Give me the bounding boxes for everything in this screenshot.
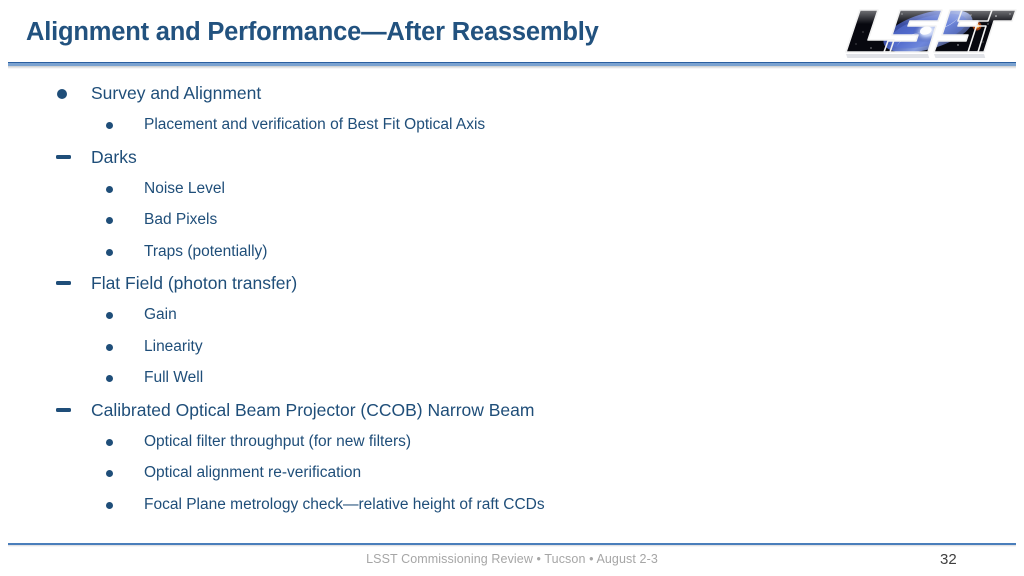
bullet-item-level2: Gain	[0, 300, 1024, 332]
bullet-item-label: Optical filter throughput (for new filte…	[144, 432, 412, 450]
header-divider	[8, 62, 1016, 69]
bullet-item-level2: Traps (potentially)	[0, 237, 1024, 269]
content-bullet-list: Survey and Alignment Placement and verifi…	[0, 78, 1024, 521]
dash-bullet-icon	[56, 395, 82, 427]
slide-header: Alignment and Performance—After Reassemb…	[0, 0, 1024, 70]
bullet-item-label: Flat Field (photon transfer)	[91, 273, 298, 293]
dot-bullet-icon	[106, 205, 126, 237]
dot-bullet-glyph	[106, 501, 113, 509]
bullet-item-level2: Placement and verification of Best Fit O…	[0, 110, 1024, 142]
dot-bullet-icon	[106, 332, 126, 364]
dot-bullet-glyph	[106, 343, 113, 351]
bullet-item-level1: Calibrated Optical Beam Projector (CCOB)…	[0, 395, 1024, 427]
bullet-item-level1: Darks	[0, 142, 1024, 174]
slide-number: 32	[940, 551, 957, 568]
dash-bullet-glyph	[56, 154, 71, 159]
bullet-item-level2: Optical filter throughput (for new filte…	[0, 427, 1024, 459]
dot-bullet-icon	[106, 300, 126, 332]
dot-bullet-glyph	[106, 217, 113, 224]
dot-bullet-icon	[106, 490, 126, 522]
dash-bullet-glyph	[56, 407, 71, 412]
dot-bullet-icon	[106, 427, 126, 459]
bullet-item-label: Placement and verification of Best Fit O…	[144, 116, 486, 133]
bullet-item-label: Noise Level	[144, 179, 225, 197]
dot-bullet-glyph	[106, 375, 113, 382]
bullet-item-level1: Survey and Alignment	[0, 78, 1024, 110]
dot-bullet-icon	[106, 363, 126, 395]
dot-bullet-glyph	[106, 438, 113, 446]
lsst-logo	[838, 2, 1018, 58]
footer-text: LSST Commissioning Review • Tucson • Aug…	[366, 552, 658, 566]
bullet-item-level2: Focal Plane metrology check—relative hei…	[0, 490, 1024, 522]
dot-bullet-glyph	[106, 248, 113, 256]
bullet-item-level2: Optical alignment re-verification	[0, 458, 1024, 490]
dot-bullet-glyph	[106, 122, 113, 129]
bullet-item-level2: Full Well	[0, 363, 1024, 395]
dash-bullet-icon	[56, 142, 82, 174]
header-divider-shadow	[8, 66, 1016, 69]
bullet-item-label: Focal Plane metrology check—relative hei…	[144, 495, 545, 513]
bullet-item-label: Full Well	[144, 369, 204, 386]
dash-bullet-glyph	[56, 281, 71, 285]
dash-bullet-icon	[56, 268, 82, 300]
dot-bullet-glyph	[106, 185, 113, 193]
lsst-logo-icon	[845, 9, 1017, 58]
dot-bullet-icon	[106, 110, 126, 142]
dot-bullet-glyph	[57, 89, 67, 99]
footer-divider-shadow	[8, 545, 1016, 547]
bullet-item-level1: Flat Field (photon transfer)	[0, 268, 1024, 300]
bullet-item-level2: Linearity	[0, 332, 1024, 364]
bullet-item-label: Traps (potentially)	[144, 242, 268, 260]
dot-bullet-icon	[106, 174, 126, 206]
dot-bullet-glyph	[106, 470, 113, 477]
dot-bullet-icon	[106, 458, 126, 490]
bullet-item-label: Gain	[144, 306, 177, 323]
dot-bullet-icon	[106, 237, 126, 269]
bullet-item-label: Optical alignment re-verification	[144, 464, 362, 481]
page-title: Alignment and Performance—After Reassemb…	[26, 18, 599, 46]
bullet-item-label: Darks	[91, 146, 137, 167]
bullet-item-level2: Noise Level	[0, 174, 1024, 206]
bullet-item-level2: Bad Pixels	[0, 205, 1024, 237]
bullet-item-label: Linearity	[144, 337, 203, 355]
bullet-item-label: Calibrated Optical Beam Projector (CCOB)…	[91, 399, 535, 420]
bullet-item-label: Bad Pixels	[144, 211, 218, 228]
bullet-item-label: Survey and Alignment	[91, 83, 262, 103]
slide: Alignment and Performance—After Reassemb…	[0, 0, 1024, 576]
dot-bullet-glyph	[106, 312, 113, 319]
dot-bullet-icon	[56, 78, 82, 110]
footer-divider	[8, 543, 1016, 547]
